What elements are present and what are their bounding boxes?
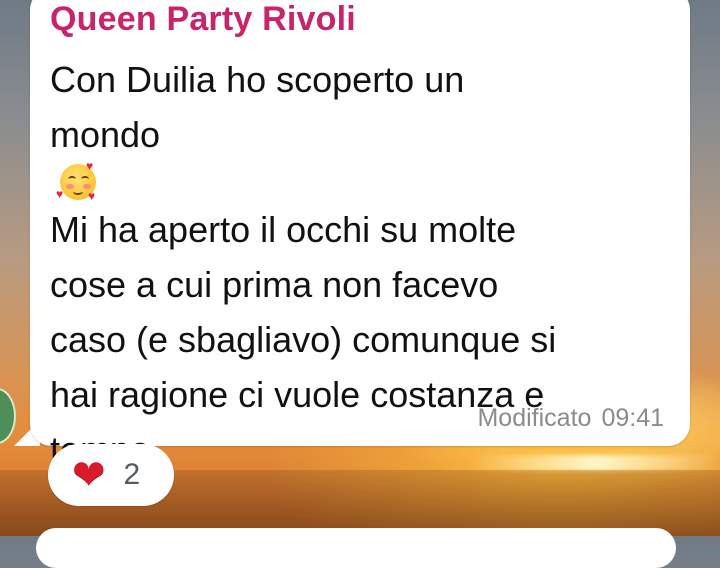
sender-name[interactable]: Queen Party Rivoli	[50, 0, 356, 39]
red-heart-icon: ❤	[72, 453, 106, 497]
message-meta: Modificato 09:41	[477, 404, 664, 433]
edited-label: Modificato	[477, 404, 592, 432]
next-message-bubble[interactable]	[36, 528, 676, 568]
message-line-with-emoji: mondo ♥ ♥ ♥	[50, 107, 670, 202]
smiling-face-with-hearts-icon: ♥ ♥ ♥	[56, 159, 96, 203]
message-line: cose a cui prima non facevo	[50, 264, 499, 305]
message-bubble[interactable]: Queen Party Rivoli Con Duilia ho scopert…	[30, 0, 690, 470]
message-line: Mi ha aperto il occhi su molte	[50, 209, 517, 250]
message-line: Con Duilia ho scoperto un	[50, 59, 465, 100]
message-time: 09:41	[601, 404, 664, 432]
reaction-pill[interactable]: ❤ 2	[48, 444, 174, 506]
reaction-count: 2	[123, 458, 141, 491]
message-line: caso (e sbagliavo) comunque si	[50, 319, 557, 360]
message-line: mondo	[50, 114, 161, 155]
